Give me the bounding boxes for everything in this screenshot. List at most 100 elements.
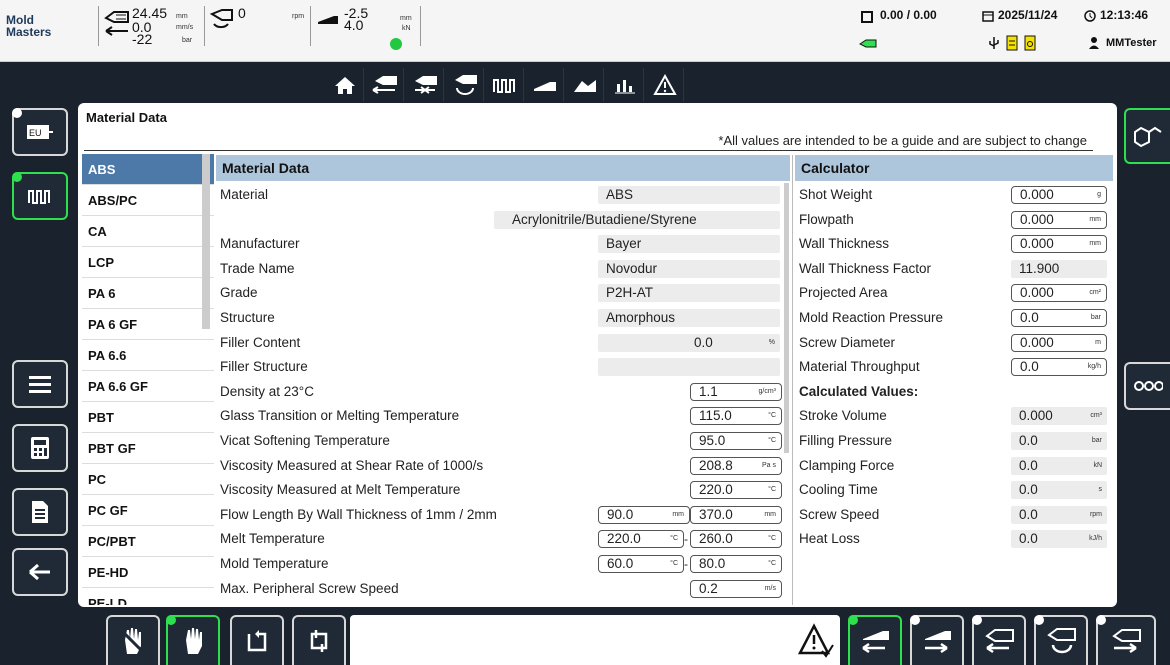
manual-mode-button[interactable] [106, 615, 160, 665]
calculated-value: 0.0 bar [1011, 431, 1107, 450]
material-list-scrollbar[interactable] [202, 154, 210, 329]
statistics-button[interactable] [606, 68, 644, 102]
injection-backward-button[interactable] [910, 615, 964, 665]
material-list-item[interactable]: PE-HD [82, 557, 214, 588]
filler-content-value: 0.0 % [598, 333, 780, 352]
calculator-input[interactable]: 0.0 bar [1011, 308, 1107, 327]
calculator-input[interactable]: 0.000 mm [1011, 235, 1107, 254]
calculated-value: 0.0 s [1011, 481, 1107, 500]
pressure-value: -22 [132, 31, 153, 47]
calculator-label: Material Throughput [799, 359, 920, 375]
temperature-control-button[interactable] [12, 172, 68, 220]
calculator-row: Heat Loss 0.0 kJ/h [795, 527, 1113, 552]
screw-recovery-icon [454, 75, 477, 95]
arrow-left-icon [29, 563, 50, 581]
io-status-button[interactable]: EU [12, 108, 68, 156]
injection-backward-icon [925, 631, 951, 654]
calculator-input[interactable]: 0.0 kg/h [1011, 358, 1107, 377]
nozzle-backward-button[interactable] [1096, 615, 1156, 665]
flow-length-1mm-field[interactable]: 90.0 mm [598, 505, 690, 524]
material-list-item[interactable]: PA 6 [82, 278, 214, 309]
position-unit: mm [176, 13, 188, 20]
material-list-item[interactable]: ABS [82, 154, 214, 185]
screw-rotate-button[interactable] [1034, 615, 1088, 665]
semi-auto-button[interactable] [230, 615, 284, 665]
melt-temperature-label: Melt Temperature [220, 531, 325, 547]
material-list-item[interactable]: PC GF [82, 495, 214, 526]
material-list-item[interactable]: PA 6.6 [82, 340, 214, 371]
nozzle-forward-button[interactable] [972, 615, 1026, 665]
range-dash: - [684, 556, 688, 571]
melt-temperature-unit: °C [768, 535, 776, 543]
status-bar: Mold Masters 24.45 0.0 -22 mm mm/s bar 0… [0, 0, 1170, 62]
page-title: Material Data [86, 110, 167, 125]
clamp-button[interactable] [526, 68, 564, 102]
viscosity-melt-field[interactable]: 220.0 °C [690, 481, 782, 500]
melt-temperature-min-field[interactable]: 220.0 °C [598, 530, 684, 549]
material-list-item[interactable]: PC [82, 464, 214, 495]
material-list-item[interactable]: PE-LD [82, 588, 214, 605]
material-list[interactable]: ABS ABS/PC CA LCP PA 6 PA 6 GF PA 6.6 PA 6.6 GF… [82, 154, 214, 605]
calculator-row: Flowpath 0.000 mm [795, 208, 1113, 233]
calculator-input[interactable]: 0.000 m [1011, 333, 1107, 352]
material-list-item[interactable]: PA 6 GF [82, 309, 214, 340]
screw-icon [209, 9, 233, 29]
flow-length-label: Flow Length By Wall Thickness of 1mm / 2… [220, 506, 497, 522]
mold-temperature-max-field[interactable]: 80.0 °C [690, 554, 782, 573]
temperature-zones-button[interactable] [486, 68, 524, 102]
material-list-item[interactable]: LCP [82, 247, 214, 278]
glass-transition-field[interactable]: 115.0 °C [690, 407, 782, 426]
material-list-item[interactable]: PBT GF [82, 433, 214, 464]
material-list-item[interactable]: PBT [82, 402, 214, 433]
melt-temperature-max-field[interactable]: 260.0 °C [690, 530, 782, 549]
injection-button[interactable] [366, 68, 404, 102]
material-list-item[interactable]: CA [82, 216, 214, 247]
manufacturer-row: Manufacturer Bayer [216, 232, 790, 257]
menu-button[interactable] [12, 360, 68, 408]
material-list-item[interactable]: ABS/PC [82, 185, 214, 216]
alarms-button[interactable] [646, 68, 684, 102]
material-data-scrollbar[interactable] [784, 183, 789, 453]
more-options-button[interactable] [1124, 362, 1170, 410]
setup-mode-button[interactable] [166, 615, 220, 665]
injection-unit-icon [104, 11, 129, 23]
save-icon [1024, 35, 1036, 51]
disclaimer-note: *All values are intended to be a guide a… [718, 133, 1087, 148]
viscosity-shear-field[interactable]: 208.8 Pa s [690, 456, 782, 475]
calculated-value: 0.0 rpm [1011, 505, 1107, 524]
mold-temperature-min-field[interactable]: 60.0 °C [598, 554, 684, 573]
material-list-item[interactable]: PA 6.6 GF [82, 371, 214, 402]
auto-cycle-button[interactable] [292, 615, 346, 665]
glass-transition-unit: °C [768, 412, 776, 420]
screw-recovery-button[interactable] [446, 68, 484, 102]
unit-label: s [1098, 486, 1103, 494]
document-button[interactable] [12, 488, 68, 536]
status-led [972, 615, 982, 625]
injection-forward-button[interactable] [848, 615, 902, 665]
calculator-label: Mold Reaction Pressure [799, 309, 944, 325]
calculator-label: Heat Loss [799, 531, 860, 547]
mold-temperature-row: Mold Temperature 60.0 °C - 80.0 °C [216, 552, 790, 577]
calculator-input[interactable]: 0.000 g [1011, 186, 1107, 204]
home-button[interactable] [326, 68, 364, 102]
calculator-button[interactable] [12, 424, 68, 472]
density-field[interactable]: 1.1 g/cm³ [690, 382, 782, 401]
alarm-acknowledge-icon [798, 623, 834, 658]
vicat-field[interactable]: 95.0 °C [690, 431, 782, 450]
calculator-input[interactable]: 0.000 mm [1011, 210, 1107, 229]
screw-speed-field[interactable]: 0.2 m/s [690, 579, 782, 598]
flow-length-unit: mm [672, 510, 684, 518]
material-library-button[interactable] [1124, 108, 1170, 164]
calculator-row: Filling Pressure 0.0 bar [795, 429, 1113, 454]
injection-unit-status-icon [859, 39, 877, 48]
hold-button[interactable] [406, 68, 444, 102]
structure-label: Structure [220, 309, 275, 325]
flow-length-2mm-field[interactable]: 370.0 mm [690, 505, 782, 524]
back-button[interactable] [12, 548, 68, 596]
calculated-values-header: Calculated Values: [799, 383, 919, 399]
profile-graph-button[interactable] [566, 68, 604, 102]
calculator-input[interactable]: 0.000 cm² [1011, 284, 1107, 303]
cycle-counter: 0.00 / 0.00 [880, 8, 937, 22]
status-led [390, 38, 402, 50]
material-list-item[interactable]: PC/PBT [82, 526, 214, 557]
